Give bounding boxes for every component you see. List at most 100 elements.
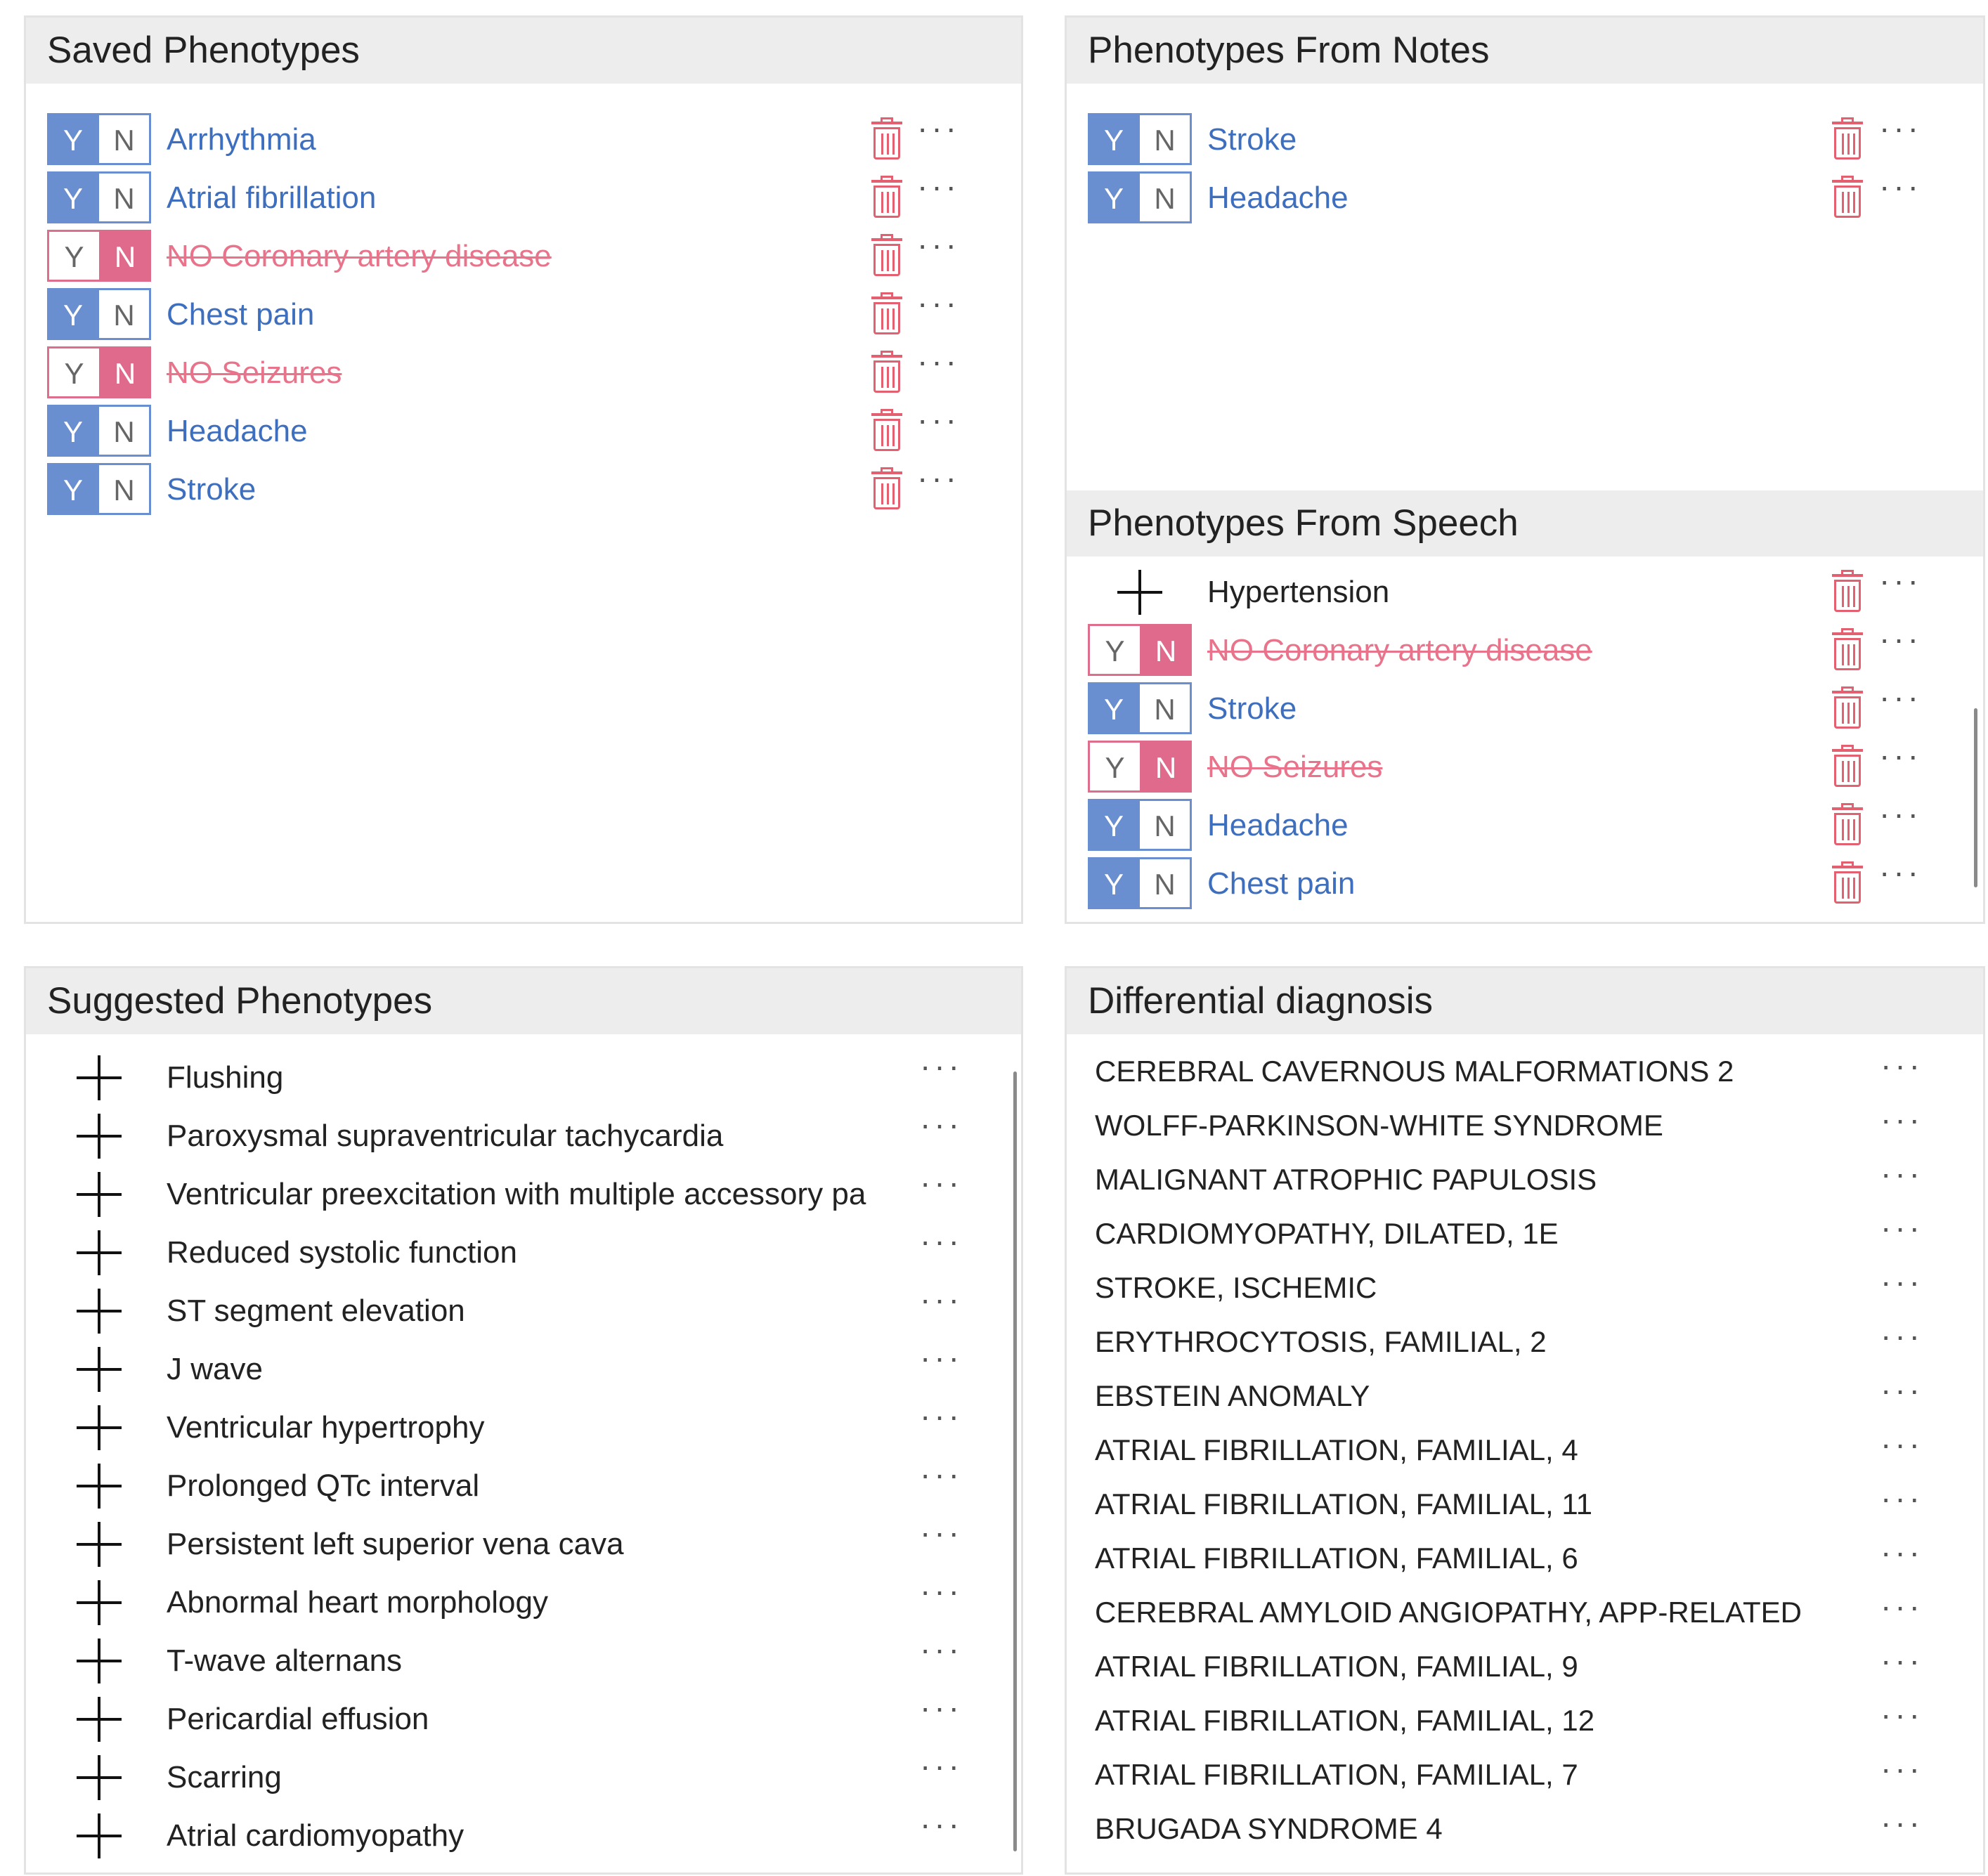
trash-icon[interactable] — [869, 409, 904, 451]
trash-icon[interactable] — [869, 234, 904, 276]
suggested-label[interactable]: ST segment elevation — [167, 1282, 465, 1340]
diagnosis-label[interactable]: EBSTEIN ANOMALY — [1095, 1369, 1370, 1423]
suggested-label[interactable]: T-wave alternans — [167, 1631, 402, 1690]
suggested-label[interactable]: Atrial cardiomyopathy — [167, 1806, 464, 1865]
trash-icon[interactable] — [1830, 176, 1865, 218]
phenotype-label[interactable]: NO Seizures — [1207, 738, 1382, 796]
more-options-icon[interactable]: ··· — [917, 344, 960, 393]
toggle-yes-button[interactable]: Y — [47, 346, 99, 398]
add-plus-icon[interactable] — [77, 1639, 122, 1683]
more-options-icon[interactable]: ··· — [1879, 621, 1922, 670]
phenotype-label[interactable]: Arrhythmia — [167, 110, 316, 169]
diagnosis-label[interactable]: CEREBRAL CAVERNOUS MALFORMATIONS 2 — [1095, 1044, 1734, 1098]
trash-icon[interactable] — [869, 176, 904, 218]
trash-icon[interactable] — [1830, 745, 1865, 787]
add-plus-icon[interactable] — [77, 1114, 122, 1159]
more-options-icon[interactable]: ··· — [920, 1631, 963, 1681]
add-plus-icon[interactable] — [77, 1813, 122, 1858]
suggested-label[interactable]: Paroxysmal supraventricular tachycardia — [167, 1107, 723, 1165]
trash-icon[interactable] — [1830, 570, 1865, 612]
more-options-icon[interactable]: ··· — [1880, 1048, 1923, 1097]
toggle-no-button[interactable]: N — [99, 230, 151, 282]
trash-icon[interactable] — [1830, 686, 1865, 729]
suggested-label[interactable]: Persistent left superior vena cava — [167, 1515, 624, 1573]
diagnosis-label[interactable]: ATRIAL FIBRILLATION, FAMILIAL, 7 — [1095, 1747, 1578, 1802]
toggle-yes-button[interactable]: Y — [47, 405, 99, 457]
more-options-icon[interactable]: ··· — [1880, 1426, 1923, 1476]
toggle-yes-button[interactable]: Y — [1088, 857, 1140, 909]
add-plus-icon[interactable] — [77, 1230, 122, 1275]
more-options-icon[interactable]: ··· — [920, 1165, 963, 1214]
add-plus-icon[interactable] — [77, 1580, 122, 1625]
diagnosis-label[interactable]: CEREBRAL AMYLOID ANGIOPATHY, APP-RELATED — [1095, 1585, 1802, 1639]
yes-no-toggle[interactable]: YN — [47, 230, 151, 282]
phenotype-label[interactable]: Atrial fibrillation — [167, 169, 376, 227]
yes-no-toggle[interactable]: YN — [47, 113, 151, 165]
yes-no-toggle[interactable]: YN — [1088, 799, 1192, 851]
more-options-icon[interactable]: ··· — [1880, 1697, 1923, 1746]
more-options-icon[interactable]: ··· — [920, 1340, 963, 1389]
more-options-icon[interactable]: ··· — [1880, 1264, 1923, 1313]
more-options-icon[interactable]: ··· — [920, 1223, 963, 1272]
phenotype-label[interactable]: NO Coronary artery disease — [167, 227, 552, 285]
add-plus-icon[interactable] — [77, 1522, 122, 1567]
toggle-yes-button[interactable]: Y — [1088, 682, 1140, 734]
more-options-icon[interactable]: ··· — [917, 285, 960, 334]
yes-no-toggle[interactable]: YN — [1088, 624, 1192, 676]
diagnosis-label[interactable]: CARDIOMYOPATHY, DILATED, 1E — [1095, 1206, 1559, 1261]
diagnosis-label[interactable]: ATRIAL FIBRILLATION, FAMILIAL, 12 — [1095, 1693, 1594, 1747]
trash-icon[interactable] — [1830, 803, 1865, 845]
toggle-no-button[interactable]: N — [99, 171, 151, 223]
trash-icon[interactable] — [1830, 117, 1865, 159]
toggle-no-button[interactable]: N — [1140, 857, 1192, 909]
trash-icon[interactable] — [869, 292, 904, 334]
yes-no-toggle[interactable]: YN — [47, 346, 151, 398]
suggested-label[interactable]: Flushing — [167, 1048, 283, 1107]
more-options-icon[interactable]: ··· — [1879, 169, 1922, 218]
toggle-yes-button[interactable]: Y — [1088, 113, 1140, 165]
trash-icon[interactable] — [869, 351, 904, 393]
add-plus-icon[interactable] — [77, 1464, 122, 1509]
yes-no-toggle[interactable]: YN — [1088, 171, 1192, 223]
diagnosis-label[interactable]: BRUGADA SYNDROME 4 — [1095, 1802, 1443, 1856]
add-plus-icon[interactable] — [77, 1347, 122, 1392]
diagnosis-label[interactable]: STROKE, ISCHEMIC — [1095, 1261, 1377, 1315]
suggested-label[interactable]: Ventricular preexcitation with multiple … — [167, 1165, 866, 1223]
more-options-icon[interactable]: ··· — [917, 460, 960, 509]
diagnosis-label[interactable]: WOLFF-PARKINSON-WHITE SYNDROME — [1095, 1098, 1663, 1152]
more-options-icon[interactable]: ··· — [917, 227, 960, 276]
toggle-no-button[interactable]: N — [99, 346, 151, 398]
diagnosis-label[interactable]: ATRIAL FIBRILLATION, FAMILIAL, 6 — [1095, 1531, 1578, 1585]
yes-no-toggle[interactable]: YN — [1088, 857, 1192, 909]
yes-no-toggle[interactable]: YN — [47, 405, 151, 457]
trash-icon[interactable] — [1830, 861, 1865, 904]
more-options-icon[interactable]: ··· — [917, 402, 960, 451]
diagnosis-label[interactable]: ATRIAL FIBRILLATION, FAMILIAL, 4 — [1095, 1423, 1578, 1477]
phenotype-label[interactable]: Chest pain — [1207, 854, 1355, 913]
add-plus-icon[interactable] — [77, 1697, 122, 1742]
toggle-no-button[interactable]: N — [1140, 624, 1192, 676]
more-options-icon[interactable]: ··· — [920, 1048, 963, 1097]
more-options-icon[interactable]: ··· — [1879, 563, 1922, 612]
more-options-icon[interactable]: ··· — [920, 1573, 963, 1622]
more-options-icon[interactable]: ··· — [920, 1515, 963, 1564]
toggle-yes-button[interactable]: Y — [1088, 741, 1140, 793]
suggested-label[interactable]: Scarring — [167, 1748, 282, 1806]
phenotype-label[interactable]: Chest pain — [167, 285, 314, 344]
more-options-icon[interactable]: ··· — [1879, 679, 1922, 729]
suggested-scrollbar[interactable] — [1013, 1071, 1017, 1851]
more-options-icon[interactable]: ··· — [1880, 1156, 1923, 1205]
toggle-yes-button[interactable]: Y — [47, 230, 99, 282]
toggle-no-button[interactable]: N — [99, 463, 151, 515]
more-options-icon[interactable]: ··· — [1879, 854, 1922, 904]
more-options-icon[interactable]: ··· — [920, 1690, 963, 1739]
more-options-icon[interactable]: ··· — [1880, 1480, 1923, 1530]
suggested-label[interactable]: J wave — [167, 1340, 263, 1398]
yes-no-toggle[interactable]: YN — [47, 463, 151, 515]
phenotype-label[interactable]: Headache — [1207, 169, 1349, 227]
yes-no-toggle[interactable]: YN — [1088, 682, 1192, 734]
toggle-yes-button[interactable]: Y — [47, 463, 99, 515]
phenotype-label[interactable]: Headache — [167, 402, 308, 460]
more-options-icon[interactable]: ··· — [1879, 796, 1922, 845]
add-plus-icon[interactable] — [77, 1172, 122, 1217]
